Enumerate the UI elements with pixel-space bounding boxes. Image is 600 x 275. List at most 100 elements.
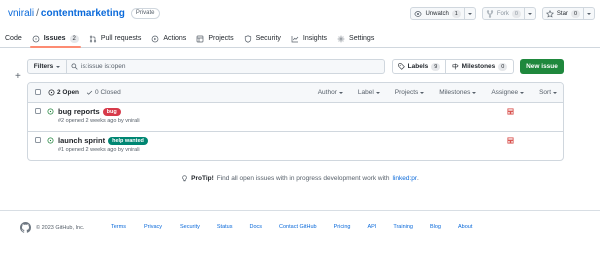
shield-icon <box>244 34 251 43</box>
repo-header: vnirali / contentmarketing Private Unwat… <box>0 0 600 30</box>
assignee-filter[interactable]: Assignee <box>491 89 525 96</box>
issue-label-pill[interactable]: help wanted <box>108 136 148 145</box>
footer-link-privacy[interactable]: Privacy <box>144 224 162 230</box>
select-all-checkbox[interactable] <box>35 89 41 95</box>
footer-link-training[interactable]: Training <box>393 224 413 230</box>
chevron-down-icon <box>467 12 472 15</box>
issue-states: 2 Open 0 Closed <box>48 89 121 96</box>
tab-projects-label: Projects <box>208 35 234 42</box>
star-dropdown[interactable] <box>583 8 591 19</box>
labels-button[interactable]: Labels 9 <box>392 59 446 74</box>
unwatch-button[interactable]: Unwatch 1 <box>410 7 476 20</box>
issues-list-header: 2 Open 0 Closed Author Label Projects Mi… <box>28 83 563 103</box>
repo-path-separator: / <box>36 8 39 19</box>
tab-security-label: Security <box>255 35 281 42</box>
issue-checkbox[interactable] <box>35 108 41 114</box>
closed-issues-filter[interactable]: 0 Closed <box>86 89 121 96</box>
open-count-label: 2 Open <box>57 89 80 96</box>
filters-dropdown[interactable]: Filters <box>27 59 67 74</box>
protip-label: ProTip! <box>191 175 214 182</box>
chevron-down-icon <box>553 91 557 94</box>
chevron-down-icon <box>527 12 532 15</box>
watch-count: 1 <box>451 9 461 18</box>
author-filter[interactable]: Author <box>318 89 343 96</box>
footer-link-docs[interactable]: Docs <box>249 224 262 230</box>
issue-title-link[interactable]: launch sprint <box>58 136 105 145</box>
issues-list: 2 Open 0 Closed Author Label Projects Mi… <box>27 82 564 161</box>
tab-actions-label: Actions <box>163 35 187 42</box>
milestones-filter[interactable]: Milestones <box>439 89 477 96</box>
labels-label: Labels <box>407 63 429 70</box>
tab-settings[interactable]: Settings <box>332 30 379 47</box>
tab-issues[interactable]: Issues 2 <box>27 30 84 48</box>
footer-link-terms[interactable]: Terms <box>111 224 126 230</box>
issue-title-link[interactable]: bug reports <box>58 107 100 116</box>
projects-filter-label: Projects <box>394 89 419 96</box>
tab-insights-label: Insights <box>302 35 328 42</box>
milestone-icon <box>452 63 459 70</box>
issue-title-row: launch sprint help wanted <box>58 136 148 145</box>
protip-suffix: . <box>417 175 419 182</box>
chevron-down-icon <box>587 12 591 15</box>
footer-link-security[interactable]: Security <box>180 224 200 230</box>
search-box[interactable] <box>67 59 385 74</box>
footer-link-api[interactable]: API <box>367 224 376 230</box>
sort-filter[interactable]: Sort <box>539 89 557 96</box>
footer-copyright: © 2023 GitHub, Inc. <box>36 224 85 231</box>
tab-security[interactable]: Security <box>239 30 286 47</box>
issue-checkbox[interactable] <box>35 137 41 143</box>
issue-opened-icon <box>47 137 54 144</box>
label-filter-label: Label <box>357 89 374 96</box>
chevron-down-icon <box>420 91 425 94</box>
footer-link-pricing[interactable]: Pricing <box>334 224 351 230</box>
avatar[interactable] <box>507 137 514 144</box>
issue-meta: #2 opened 2 weeks ago by vnirali <box>58 118 140 124</box>
star-count: 0 <box>570 9 580 18</box>
avatar[interactable] <box>507 108 514 115</box>
footer-link-contact[interactable]: Contact GitHub <box>279 224 317 230</box>
table-row[interactable]: bug reports bug #2 opened 2 weeks ago by… <box>28 103 563 132</box>
tab-insights[interactable]: Insights <box>286 30 332 47</box>
issues-search-input[interactable] <box>81 63 361 70</box>
assignee-filter-label: Assignee <box>491 89 519 96</box>
new-issue-button[interactable]: New issue <box>520 59 564 74</box>
chevron-down-icon <box>520 91 525 94</box>
projects-filter[interactable]: Projects <box>394 89 425 96</box>
open-issues-filter[interactable]: 2 Open <box>48 89 79 96</box>
search-icon <box>71 63 78 70</box>
star-label: Star <box>556 10 568 17</box>
footer-link-status[interactable]: Status <box>217 224 233 230</box>
tab-actions[interactable]: Actions <box>146 30 191 47</box>
protip-link[interactable]: linked:pr <box>392 175 417 182</box>
tab-code[interactable]: Code <box>0 30 27 47</box>
protip: ProTip! Find all open issues with in pro… <box>0 175 600 182</box>
chevron-down-icon <box>375 91 380 94</box>
filters-label: Filters <box>33 63 54 70</box>
milestones-label: Milestones <box>461 63 496 70</box>
star-button[interactable]: Star 0 <box>541 7 595 20</box>
footer-link-blog[interactable]: Blog <box>430 224 441 230</box>
graph-icon <box>291 35 299 42</box>
milestones-button[interactable]: Milestones 0 <box>446 59 514 74</box>
issue-opened-icon <box>32 35 40 42</box>
tab-pull-requests[interactable]: Pull requests <box>84 30 146 47</box>
filter-bar: Filters <box>27 59 385 74</box>
repo-name-link[interactable]: contentmarketing <box>41 8 125 19</box>
repo-owner-link[interactable]: vnirali <box>8 8 34 19</box>
issue-title-row: bug reports bug <box>58 107 121 116</box>
fork-dropdown[interactable] <box>523 8 532 19</box>
fork-button[interactable]: Fork 0 <box>481 7 536 20</box>
chevron-down-icon <box>56 65 61 68</box>
footer-link-about[interactable]: About <box>458 224 472 230</box>
issue-label-pill[interactable]: bug <box>102 107 121 116</box>
label-filter[interactable]: Label <box>358 89 380 96</box>
fork-label: Fork <box>496 10 509 17</box>
table-row[interactable]: launch sprint help wanted #1 opened 2 we… <box>28 132 563 160</box>
footer-links: Terms Privacy Security Status Docs Conta… <box>111 224 472 230</box>
unwatch-dropdown[interactable] <box>463 8 472 19</box>
github-logo-icon[interactable] <box>20 222 31 233</box>
tab-projects[interactable]: Projects <box>191 30 238 47</box>
fork-count: 0 <box>511 9 521 18</box>
plus-icon: + <box>15 71 21 82</box>
tab-settings-label: Settings <box>349 35 375 42</box>
